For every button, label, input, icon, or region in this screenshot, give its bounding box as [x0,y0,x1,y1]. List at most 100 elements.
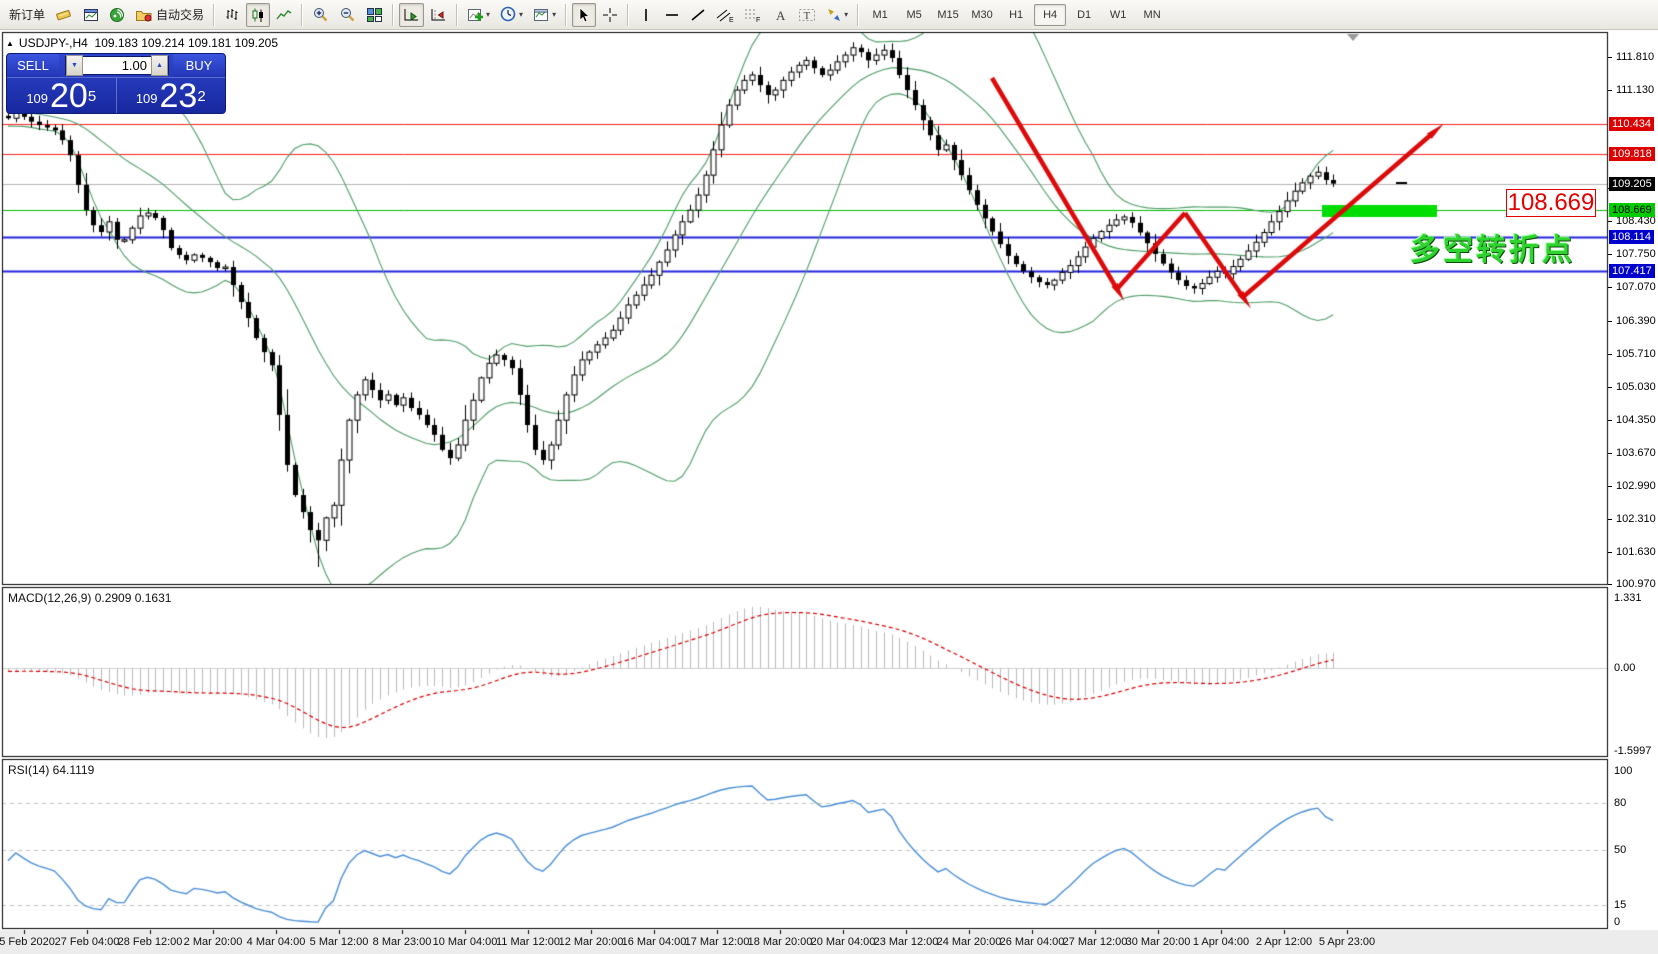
date-label: 11 Mar 12:00 [496,936,560,948]
price-tick-label: 102.310 [1616,513,1656,525]
period-button-h4[interactable]: H4 [1034,4,1066,26]
price-tick-label: 111.130 [1616,84,1654,96]
macd-axis-label: 0.00 [1614,662,1635,674]
signal-icon[interactable] [105,3,129,27]
date-label: 1 Apr 04:00 [1193,936,1249,948]
volume-stepper: ▼ ▲ [65,56,169,75]
price-badge: 107.417 [1609,264,1655,278]
panel-collapse-icon[interactable]: ▲ [6,39,14,48]
chart-header: ▲USDJPY-,H4 109.183 109.214 109.181 109.… [6,36,278,50]
svg-text:A: A [776,8,786,23]
price-badge: 109.818 [1609,147,1655,161]
line-chart-icon[interactable] [272,3,296,27]
templates-caret-icon[interactable]: ▾ [552,10,556,19]
toolbar-separator [456,4,458,26]
equidistant-channel-icon[interactable]: E [712,3,738,27]
price-tick [1608,519,1612,520]
rsi-axis-label: 80 [1614,797,1626,809]
rsi-label: RSI(14) 64.1119 [8,763,94,777]
sell-button[interactable]: SELL [7,54,59,77]
support-price-callout[interactable]: 108.669 [1506,189,1596,217]
indicators-caret-icon[interactable]: ▾ [486,10,490,19]
price-tick [1608,90,1612,91]
period-button-w1[interactable]: W1 [1102,4,1134,26]
periods-caret-icon[interactable]: ▾ [519,10,523,19]
price-tick-label: 106.390 [1616,315,1656,327]
period-button-m15[interactable]: M15 [932,4,964,26]
period-button-d1[interactable]: D1 [1068,4,1100,26]
period-button-mn[interactable]: MN [1136,4,1168,26]
macd-label: MACD(12,26,9) 0.2909 0.1631 [8,591,171,605]
tile-windows-icon[interactable] [362,3,387,27]
date-label: 4 Mar 04:00 [247,936,306,948]
horizontal-line-icon[interactable] [660,3,684,27]
buy-price-big: 23 [160,81,198,111]
toolbar: 新订单 自动交易 ▾ ▾ ▾ E F AT ▾ M1M5M15M30H1H4D1W1MN [0,0,1658,30]
date-label: 24 Mar 20:00 [937,936,1002,948]
date-label: 26 Mar 04:00 [1000,936,1065,948]
turning-point-text[interactable]: 多空转折点 [1410,225,1575,269]
chart-canvas[interactable] [0,0,1658,954]
svg-text:F: F [756,17,760,23]
buy-button[interactable]: BUY [173,54,225,77]
cursor-icon[interactable] [572,3,596,27]
vertical-line-icon[interactable] [634,3,658,27]
auto-scroll-icon[interactable] [399,3,424,27]
sell-price-big: 20 [50,81,88,111]
candles-chart-icon[interactable] [246,3,270,27]
price-badge: 108.669 [1609,203,1655,217]
price-tick [1608,486,1612,487]
rsi-axis-label: 15 [1614,899,1626,911]
macd-axis-label: -1.5997 [1614,745,1651,757]
autotrading-button[interactable]: 自动交易 [131,3,208,27]
date-label: 27 Feb 04:00 [55,936,120,948]
volume-down-button[interactable]: ▼ [66,55,83,76]
sell-price-sup: 5 [88,80,96,114]
arrows-caret-icon[interactable]: ▾ [844,10,848,19]
buy-price[interactable]: 109232 [117,78,226,114]
gold-icon[interactable] [51,3,77,27]
one-click-trade-panel: SELL ▼ ▲ BUY 109205 109232 [6,53,226,114]
fibonacci-icon[interactable]: F [740,3,766,27]
volume-up-button[interactable]: ▲ [151,55,168,76]
date-label: 17 Mar 12:00 [685,936,750,948]
date-label: 12 Mar 20:00 [559,936,624,948]
date-label: 8 Mar 23:00 [373,936,432,948]
period-button-h1[interactable]: H1 [1000,4,1032,26]
periods-icon[interactable]: ▾ [496,3,527,27]
price-tick [1608,287,1612,288]
date-label: 20 Mar 04:00 [811,936,876,948]
trend-line-icon[interactable] [686,3,710,27]
zoom-in-icon[interactable] [308,3,333,27]
price-badge: 110.434 [1609,117,1654,131]
text-icon[interactable]: A [768,3,792,27]
templates-icon[interactable]: ▾ [529,3,560,27]
price-tick [1608,321,1612,322]
arrows-icon[interactable]: ▾ [822,3,852,27]
trade-panel-top: SELL ▼ ▲ BUY [7,54,225,77]
date-label: 23 Mar 12:00 [874,936,939,948]
macd-axis-label: 1.331 [1614,592,1642,604]
crosshair-icon[interactable] [598,3,622,27]
zoom-out-icon[interactable] [335,3,360,27]
chart-shift-icon[interactable] [426,3,451,27]
autotrading-label: 自动交易 [156,6,204,23]
toolbar-separator [301,4,303,26]
new-order-button[interactable]: 新订单 [5,3,49,27]
indicators-icon[interactable]: ▾ [463,3,494,27]
buy-price-sup: 2 [197,80,205,114]
period-button-m30[interactable]: M30 [966,4,998,26]
toolbar-separator [213,4,215,26]
date-label: 25 Feb 2020 [0,936,55,948]
period-button-m1[interactable]: M1 [864,4,896,26]
new-order-label: 新订单 [9,6,45,23]
period-button-m5[interactable]: M5 [898,4,930,26]
buy-price-prefix: 109 [136,87,158,111]
text-label-icon[interactable]: T [794,3,820,27]
bars-chart-icon[interactable] [220,3,244,27]
date-label: 28 Feb 12:00 [118,936,183,948]
chart-window-icon[interactable] [79,3,103,27]
volume-input[interactable] [83,57,151,74]
date-label: 16 Mar 04:00 [622,936,687,948]
sell-price[interactable]: 109205 [7,78,117,114]
